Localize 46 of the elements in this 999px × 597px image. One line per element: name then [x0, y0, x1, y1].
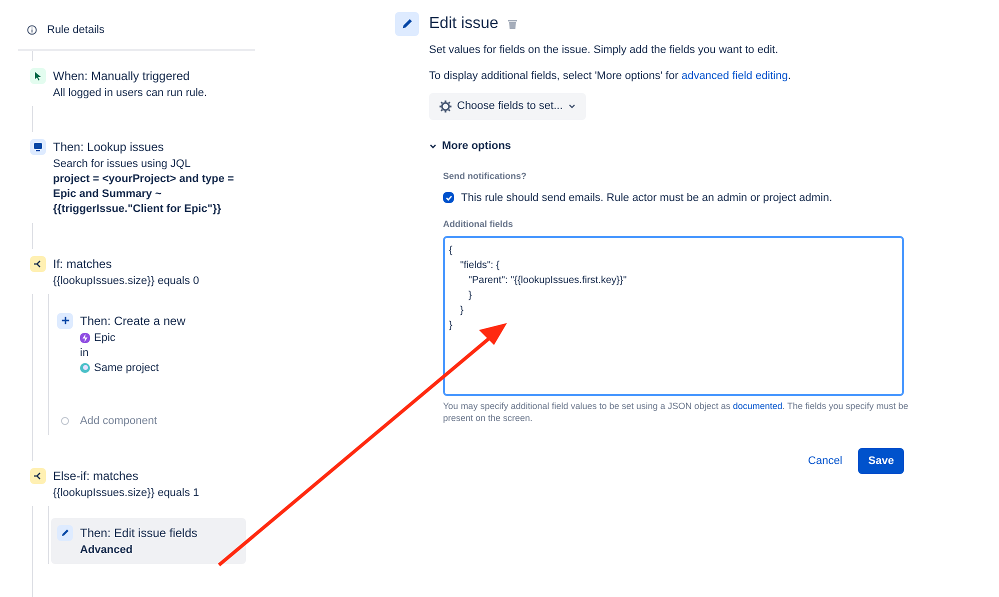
component-detail: {{lookupIssues.size}} equals 0 [53, 274, 200, 288]
component-detail: Search for issues using JQL [53, 156, 192, 170]
component-title: Then: Lookup issues [53, 138, 165, 156]
editor-title: Edit issue [429, 14, 498, 34]
choose-fields-button[interactable]: Choose fields to set... [429, 93, 586, 120]
component-detail: in [80, 346, 90, 360]
checkbox-label: This rule should send emails. Rule actor must be an admin or project admin. [461, 190, 832, 206]
project-avatar-icon [80, 362, 90, 372]
field-label: Additional fields [443, 218, 514, 231]
component-title: If: matches [53, 256, 113, 272]
gear-icon [439, 100, 452, 113]
more-options-toggle[interactable]: More options [429, 138, 512, 154]
documented-link[interactable]: documented [732, 400, 782, 410]
cancel-button[interactable]: Cancel [802, 448, 848, 474]
component-title: Add component [80, 414, 158, 428]
plus-icon [57, 312, 73, 328]
component-detail: project = <yourProject> and type = Epic and Summary ~ {{triggerIssue."Client for Epic"}} [53, 172, 235, 216]
pencil-icon [57, 525, 73, 541]
component-detail: Advanced [80, 543, 134, 558]
save-button[interactable]: Save [858, 448, 904, 474]
component-title: Then: Edit issue fields [80, 525, 198, 542]
field-label: Send notifications? [443, 170, 528, 183]
monitor-icon [30, 138, 46, 154]
chevron-icon [429, 142, 437, 150]
rule-details-link[interactable]: Rule details [47, 22, 104, 38]
pencil-icon [395, 12, 419, 36]
cursor-icon [30, 68, 46, 84]
info-icon [27, 25, 37, 36]
component-detail: All logged in users can run rule. [53, 86, 208, 100]
component-title: Else-if: matches [53, 468, 140, 485]
description-text: To display additional fields, select 'More options' for advanced field editing. [429, 68, 792, 84]
component-title: When: Manually triggered [53, 68, 191, 84]
component-title: Then: Create a new [80, 312, 186, 330]
branch-icon [30, 256, 46, 272]
component-detail: Epic [94, 330, 116, 344]
rule-component[interactable]: Then: Edit issue fields Advanced [51, 518, 246, 564]
branch-icon [30, 468, 46, 484]
chevron-down-icon [568, 102, 576, 110]
checkbox[interactable] [443, 192, 454, 204]
component-detail: {{lookupIssues.size}} equals 1 [53, 486, 200, 500]
description-text: Set values for fields on the issue. Simply add the fields you want to edit. [429, 43, 780, 58]
advanced-editing-link[interactable]: advanced field editing [681, 70, 788, 82]
component-detail: Same project [94, 360, 159, 374]
lightning-icon [80, 332, 90, 342]
json-editor[interactable]: { "fields": { "Parent": "{{lookupIssues.first.key}}" } } } [443, 236, 904, 396]
help-text: You may specify additional field values to be set using a JSON object as documented. The fields you specify must be present on the screen. [443, 400, 910, 424]
